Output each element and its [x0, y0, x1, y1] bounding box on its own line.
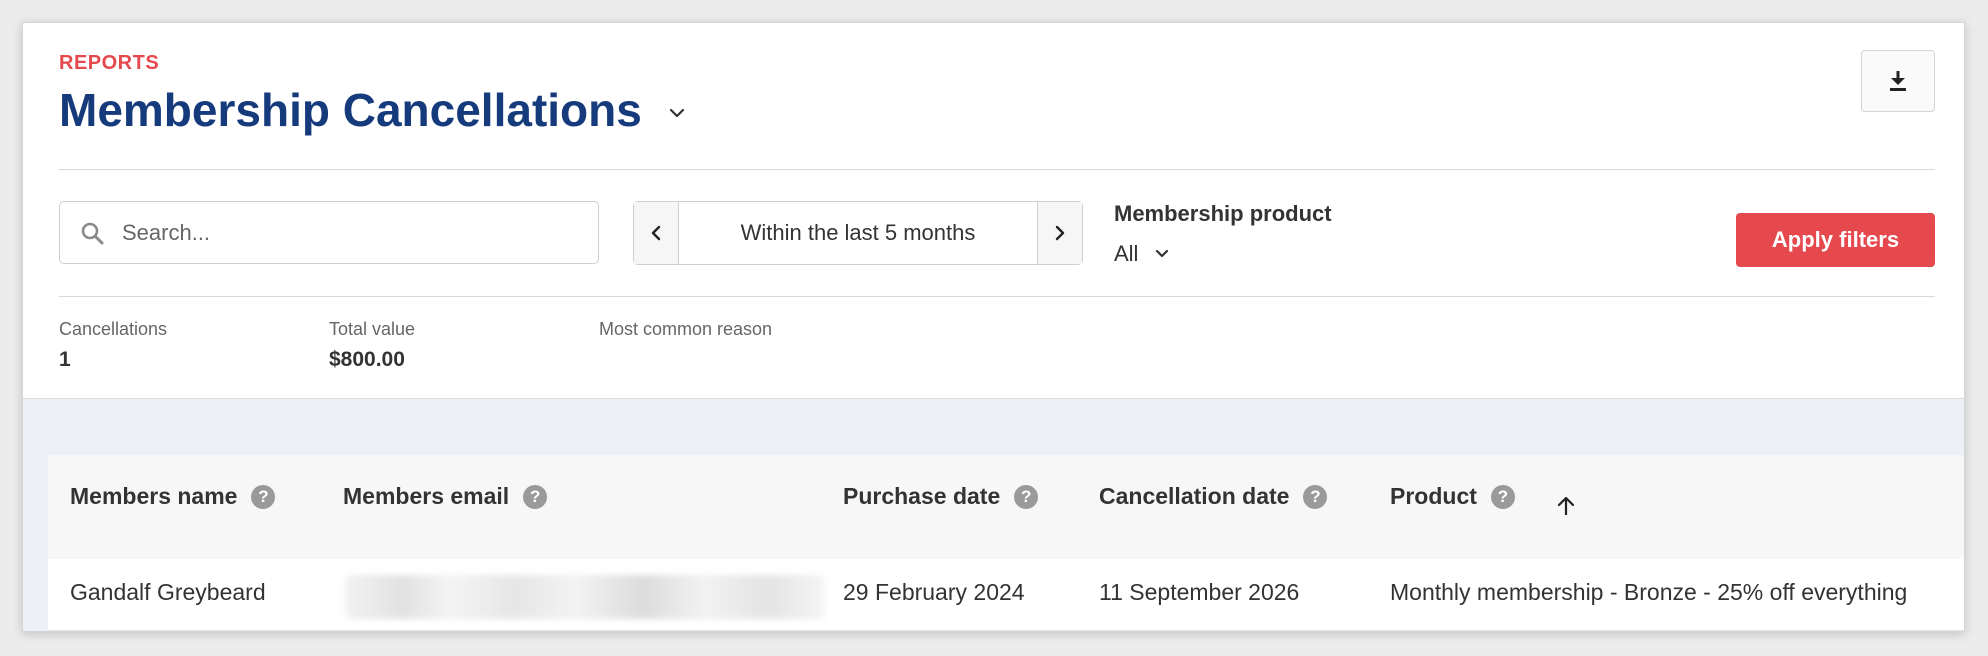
download-icon	[1890, 71, 1906, 91]
column-header-members-email[interactable]: Members email ?	[343, 483, 548, 510]
help-icon[interactable]: ?	[523, 484, 548, 509]
stat-total-value: Total value $800.00	[329, 319, 415, 372]
chevron-right-icon	[1055, 225, 1065, 241]
column-header-members-name[interactable]: Members name ?	[70, 483, 276, 510]
date-range-picker: Within the last 5 months	[633, 201, 1083, 265]
stat-value: $800.00	[329, 348, 405, 371]
chevron-down-icon	[1156, 249, 1169, 258]
table-header: Members name ? Members email ? Purchase …	[48, 455, 1964, 559]
stat-label: Most common reason	[599, 319, 773, 339]
section-eyebrow: REPORTS	[59, 52, 160, 74]
chevron-down-icon	[669, 108, 684, 118]
cell-cancellation-date: 11 September 2026	[1099, 579, 1300, 605]
chevron-left-icon	[651, 225, 661, 241]
arrow-up-icon[interactable]	[1556, 495, 1576, 517]
next-range-button[interactable]	[1037, 202, 1082, 264]
cell-members-email-redacted	[345, 575, 825, 619]
help-icon[interactable]: ?	[251, 484, 276, 509]
cell-purchase-date: 29 February 2024	[843, 579, 1025, 605]
search-box[interactable]	[59, 201, 599, 264]
cell-product: Monthly membership - Bronze - 25% off ev…	[1390, 579, 1908, 605]
search-icon	[81, 222, 104, 244]
report-card: REPORTS Membership Cancellations Within …	[22, 22, 1965, 632]
search-input[interactable]	[122, 219, 562, 246]
previous-range-button[interactable]	[634, 202, 679, 264]
column-header-label: Purchase date	[843, 483, 1001, 509]
cell-members-name: Gandalf Greybeard	[70, 579, 266, 605]
divider	[59, 296, 1935, 297]
column-header-product[interactable]: Product ?	[1390, 483, 1515, 510]
help-icon[interactable]: ?	[1490, 484, 1515, 509]
stat-most-common-reason: Most common reason	[599, 319, 772, 348]
table-row[interactable]: Gandalf Greybeard 29 February 2024 11 Se…	[48, 559, 1964, 631]
stat-label: Total value	[329, 319, 416, 339]
stat-label: Cancellations	[59, 319, 168, 339]
divider	[59, 169, 1935, 170]
date-range-label[interactable]: Within the last 5 months	[679, 202, 1037, 264]
column-header-label: Members email	[343, 483, 510, 509]
product-filter-value: All	[1114, 241, 1139, 266]
cancellations-table: Members name ? Members email ? Purchase …	[48, 455, 1964, 631]
stat-value: 1	[59, 348, 71, 371]
apply-filters-button[interactable]: Apply filters	[1736, 213, 1935, 267]
membership-product-filter: Membership product All	[1114, 201, 1332, 267]
stat-cancellations: Cancellations 1	[59, 319, 167, 372]
product-filter-label: Membership product	[1114, 201, 1332, 226]
help-icon[interactable]: ?	[1014, 484, 1039, 509]
column-header-label: Cancellation date	[1099, 483, 1290, 509]
column-header-label: Product	[1390, 483, 1477, 509]
download-button[interactable]	[1861, 50, 1935, 112]
product-filter-select[interactable]: All	[1114, 241, 1332, 267]
column-header-label: Members name	[70, 483, 238, 509]
column-header-purchase-date[interactable]: Purchase date ?	[843, 483, 1039, 510]
table-area: Members name ? Members email ? Purchase …	[23, 398, 1964, 631]
help-icon[interactable]: ?	[1303, 484, 1328, 509]
column-header-cancellation-date[interactable]: Cancellation date ?	[1099, 483, 1328, 510]
page-title: Membership Cancellations	[59, 84, 642, 136]
report-selector[interactable]: Membership Cancellations	[59, 83, 686, 137]
